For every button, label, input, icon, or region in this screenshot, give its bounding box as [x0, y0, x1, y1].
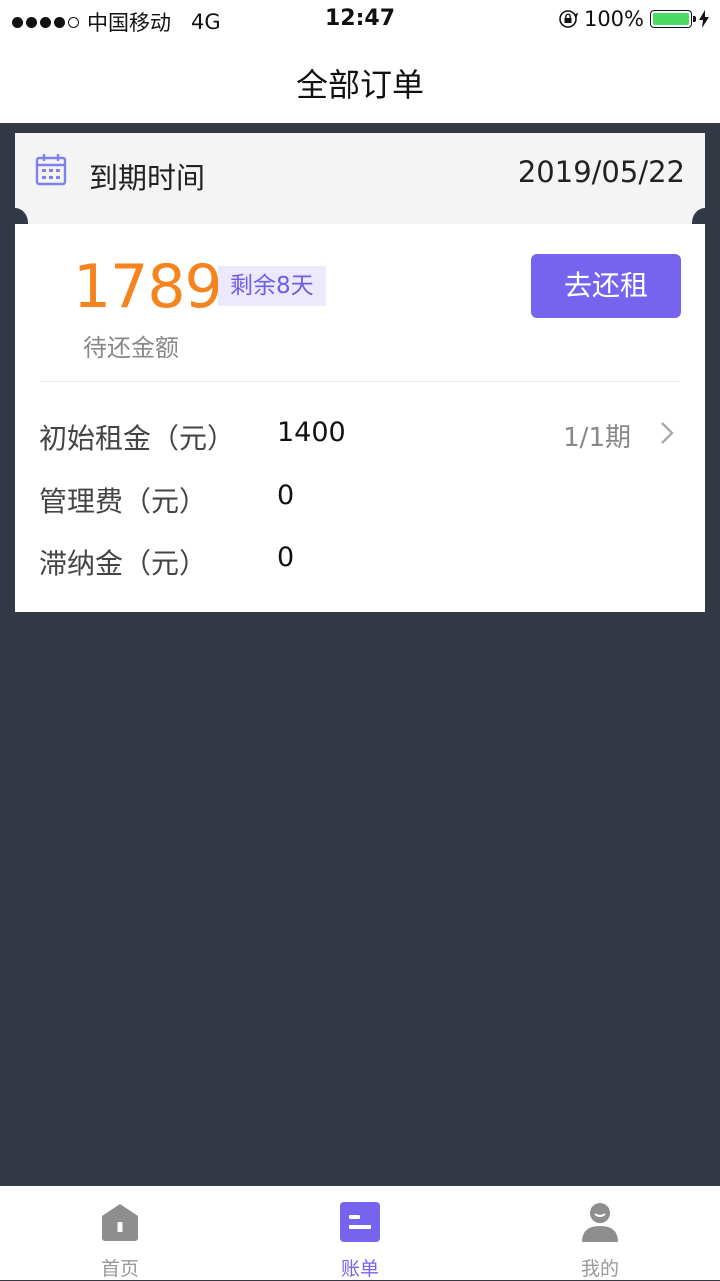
chevron-right-icon[interactable] — [659, 420, 675, 446]
bill-icon — [340, 1202, 380, 1242]
installment-period: 1/1期 — [563, 423, 631, 453]
order-card-body[interactable]: 1789 剩余8天 待还金额 去还租 初始租金（元） 1400 1/1期 管理费… — [15, 224, 705, 612]
charging-bolt-icon — [699, 10, 709, 28]
tab-label: 我的 — [580, 1258, 619, 1280]
tab-label: 账单 — [340, 1258, 379, 1280]
status-bar: 中国移动 4G 12:47 100% — [0, 0, 720, 40]
order-card-header: 到期时间 2019/05/22 — [15, 133, 705, 224]
profile-icon — [582, 1203, 618, 1242]
detail-value: 0 — [277, 542, 295, 573]
detail-value: 0 — [277, 480, 295, 511]
page-title: 全部订单 — [295, 66, 424, 104]
tab-bar: 首页 账单 我的 — [0, 1186, 720, 1280]
tab-label: 首页 — [100, 1258, 139, 1280]
tab-profile[interactable]: 我的 — [480, 1186, 720, 1280]
battery-percent: 100% — [583, 7, 644, 31]
detail-label: 初始租金（元） — [39, 422, 236, 455]
remaining-days-badge: 剩余8天 — [218, 266, 326, 306]
detail-row-initial-rent[interactable]: 初始租金（元） 1400 1/1期 — [39, 417, 681, 457]
pay-rent-button[interactable]: 去还租 — [531, 254, 681, 318]
detail-label: 滞纳金（元） — [39, 547, 208, 580]
tab-home[interactable]: 首页 — [0, 1186, 240, 1280]
amount-due: 1789 — [73, 252, 223, 322]
nav-bar: 全部订单 — [0, 40, 720, 123]
calendar-icon — [35, 154, 67, 186]
rotation-lock-icon — [559, 10, 578, 28]
battery-icon — [650, 10, 696, 28]
due-date-label: 到期时间 — [89, 161, 206, 195]
amount-due-label: 待还金额 — [83, 334, 179, 362]
detail-label: 管理费（元） — [39, 485, 208, 518]
status-right: 100% — [558, 7, 710, 31]
detail-row-management-fee: 管理费（元） 0 — [39, 480, 681, 520]
tab-bill[interactable]: 账单 — [240, 1186, 480, 1280]
due-date-value: 2019/05/22 — [517, 155, 685, 189]
divider — [39, 381, 681, 382]
home-icon — [102, 1204, 138, 1241]
detail-value: 1400 — [277, 417, 346, 448]
detail-row-late-fee: 滞纳金（元） 0 — [39, 542, 681, 582]
